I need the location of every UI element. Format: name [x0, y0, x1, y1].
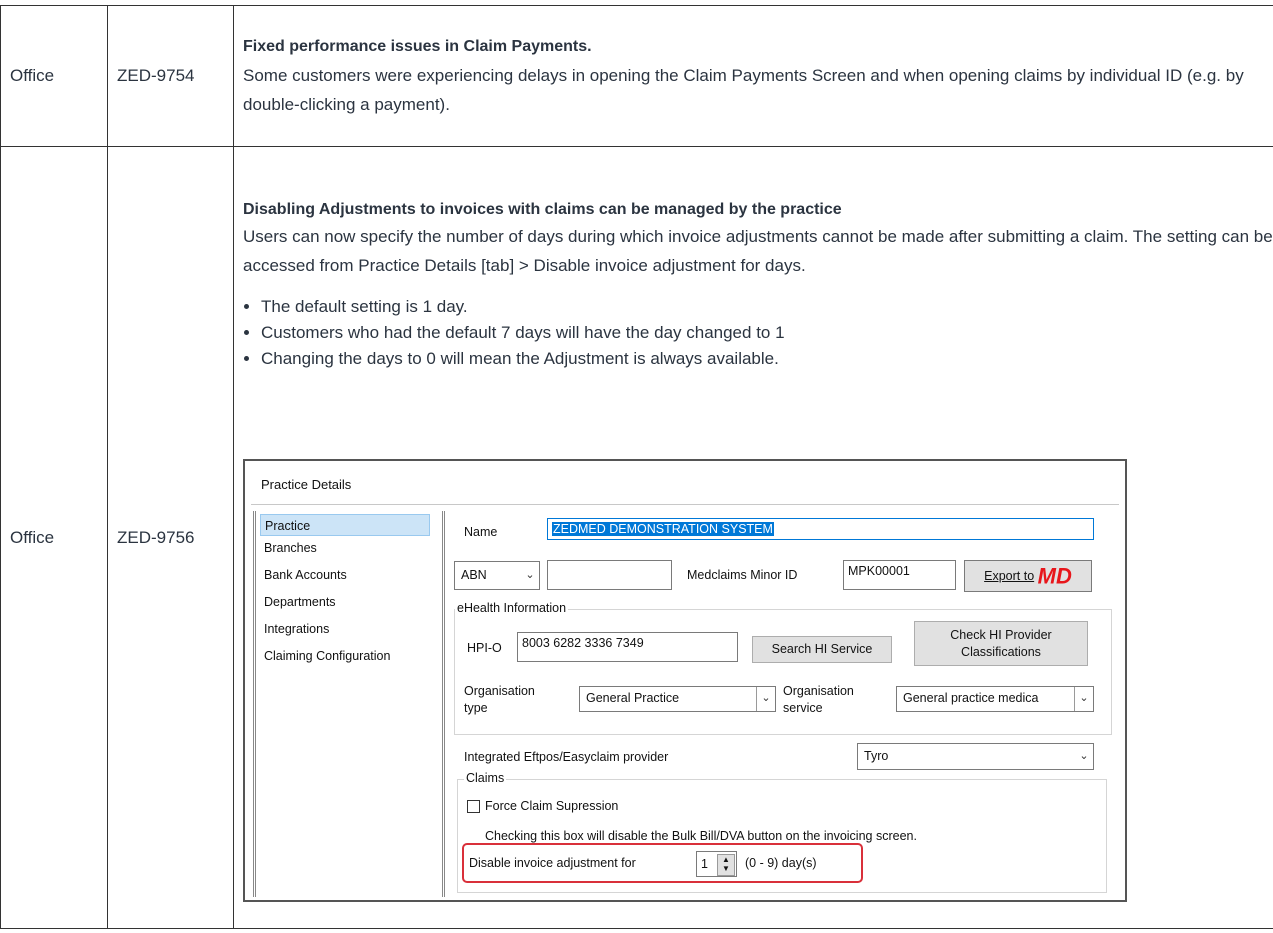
divider — [442, 511, 451, 897]
hpio-label: HPI-O — [467, 641, 502, 655]
abn-type-select[interactable]: ABN ⌄ — [454, 561, 540, 590]
hpio-field[interactable]: 8003 6282 3336 7349 — [517, 632, 738, 662]
medclaims-minor-id-field[interactable]: MPK00001 — [843, 560, 956, 590]
eftpos-provider-select[interactable]: Tyro ⌄ — [857, 743, 1094, 770]
area-cell: Office — [0, 146, 108, 929]
chevron-down-icon: ⌄ — [525, 569, 535, 581]
export-button-label: Export to — [984, 569, 1035, 583]
eftpos-provider-label: Integrated Eftpos/Easyclaim provider — [464, 750, 669, 764]
nav-item-bank-accounts[interactable]: Bank Accounts — [260, 564, 430, 586]
abn-type-value: ABN — [461, 568, 487, 582]
organisation-service-label: Organisation service — [783, 684, 854, 715]
chevron-down-icon: ⌄ — [1079, 750, 1089, 762]
force-claim-checkbox[interactable] — [467, 800, 480, 813]
description-cell: Fixed performance issues in Claim Paymen… — [233, 5, 1273, 147]
name-label: Name — [464, 525, 498, 539]
force-claim-label: Force Claim Supression — [485, 799, 619, 813]
table-row: Office ZED-9754 Fixed performance issues… — [0, 5, 1273, 147]
name-field-value: ZEDMED DEMONSTRATION SYSTEM — [552, 522, 774, 536]
highlight-box — [462, 843, 863, 883]
divider — [251, 504, 1119, 505]
nav-item-departments[interactable]: Departments — [260, 591, 430, 613]
organisation-type-label: Organisation type — [464, 684, 535, 715]
organisation-type-select[interactable]: General Practice ⌄ — [579, 686, 776, 712]
organisation-type-value: General Practice — [586, 691, 680, 705]
bullet-list: The default setting is 1 day. Customers … — [243, 294, 1273, 372]
abn-field[interactable] — [547, 560, 672, 590]
item-heading: Fixed performance issues in Claim Paymen… — [243, 37, 592, 55]
item-description: Some customers were experiencing delays … — [243, 65, 1244, 114]
nav-item-integrations[interactable]: Integrations — [260, 618, 430, 640]
md-logo-icon: MD — [1037, 563, 1072, 589]
list-item: The default setting is 1 day. — [261, 294, 1273, 320]
search-hi-service-button[interactable]: Search HI Service — [752, 636, 892, 663]
item-heading: Disabling Adjustments to invoices with c… — [243, 201, 842, 218]
chevron-down-icon: ⌄ — [756, 687, 775, 711]
name-field[interactable]: ZEDMED DEMONSTRATION SYSTEM — [547, 518, 1094, 540]
eftpos-provider-value: Tyro — [864, 749, 889, 763]
chevron-down-icon: ⌄ — [1074, 687, 1093, 711]
medclaims-label: Medclaims Minor ID — [687, 568, 798, 582]
settings-nav: Practice Branches Bank Accounts Departme… — [253, 511, 443, 897]
export-to-md-button[interactable]: Export to MD — [964, 560, 1092, 592]
organisation-service-value: General practice medica — [903, 691, 1039, 705]
dialog-title: Practice Details — [261, 477, 352, 492]
item-description: Users can now specify the number of days… — [243, 227, 1273, 275]
organisation-service-select[interactable]: General practice medica ⌄ — [896, 686, 1094, 712]
list-item: Changing the days to 0 will mean the Adj… — [261, 346, 1273, 372]
issue-id-cell: ZED-9756 — [107, 146, 234, 929]
nav-item-claiming-configuration[interactable]: Claiming Configuration — [260, 645, 430, 667]
issue-id-cell: ZED-9754 — [107, 5, 234, 147]
check-hi-provider-button[interactable]: Check HI Provider Classifications — [914, 621, 1088, 666]
claims-legend: Claims — [464, 771, 507, 785]
list-item: Customers who had the default 7 days wil… — [261, 320, 1273, 346]
practice-details-dialog: Practice Details Practice Branches Bank … — [243, 459, 1127, 902]
force-claim-note: Checking this box will disable the Bulk … — [485, 829, 917, 843]
area-cell: Office — [0, 5, 108, 147]
ehealth-legend: eHealth Information — [455, 601, 569, 615]
nav-item-practice[interactable]: Practice — [260, 514, 430, 536]
nav-item-branches[interactable]: Branches — [260, 537, 430, 559]
